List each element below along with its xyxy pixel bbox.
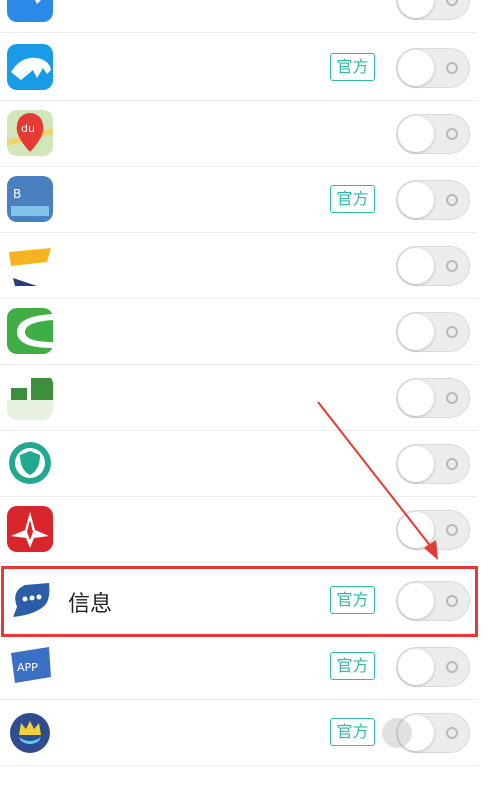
app-name: 信息 bbox=[68, 592, 113, 617]
book-app-icon: B bbox=[7, 176, 53, 222]
official-badge: 官方 bbox=[330, 586, 375, 614]
app-row: 官方 bbox=[0, 35, 478, 101]
official-badge: 官方 bbox=[330, 185, 375, 213]
permission-toggle[interactable] bbox=[396, 647, 470, 687]
svg-text:du: du bbox=[21, 122, 35, 135]
permission-toggle[interactable] bbox=[396, 48, 470, 88]
permission-toggle[interactable] bbox=[396, 378, 470, 418]
permission-toggle[interactable] bbox=[396, 180, 470, 220]
app-row-messages: 信息 官方 bbox=[0, 568, 478, 634]
game-app-icon bbox=[7, 242, 53, 288]
official-badge: 官方 bbox=[330, 718, 375, 746]
app-row bbox=[0, 365, 478, 431]
permission-toggle[interactable] bbox=[396, 114, 470, 154]
message-bubble-icon bbox=[7, 577, 53, 623]
app-row bbox=[0, 497, 478, 563]
permission-toggle[interactable] bbox=[396, 581, 470, 621]
permission-toggle[interactable] bbox=[396, 444, 470, 484]
watermark-icon bbox=[382, 718, 412, 748]
permission-toggle[interactable] bbox=[396, 312, 470, 352]
app-row bbox=[0, 233, 478, 299]
app-row bbox=[0, 0, 478, 33]
green-text-app-icon bbox=[7, 374, 53, 420]
app-row bbox=[0, 431, 478, 497]
app-row: APP 官方 bbox=[0, 634, 478, 700]
permission-toggle[interactable] bbox=[396, 510, 470, 550]
permission-toggle[interactable] bbox=[396, 0, 470, 20]
security-shield-app-icon bbox=[7, 440, 53, 486]
blue-app-icon bbox=[7, 0, 53, 22]
blue-animal-app-icon bbox=[7, 44, 53, 90]
baidu-map-icon: du bbox=[7, 110, 53, 156]
svg-text:APP: APP bbox=[17, 661, 38, 674]
official-badge: 官方 bbox=[330, 53, 375, 81]
app-row: du bbox=[0, 101, 478, 167]
crown-app-icon bbox=[7, 709, 53, 755]
official-badge: 官方 bbox=[330, 652, 375, 680]
green-app-icon bbox=[7, 308, 53, 354]
red-star-app-icon bbox=[7, 506, 53, 552]
svg-text:B: B bbox=[13, 187, 21, 201]
app-row bbox=[0, 299, 478, 365]
app-store-icon: APP bbox=[7, 643, 53, 689]
permission-toggle[interactable] bbox=[396, 246, 470, 286]
app-row: B 官方 bbox=[0, 167, 478, 233]
